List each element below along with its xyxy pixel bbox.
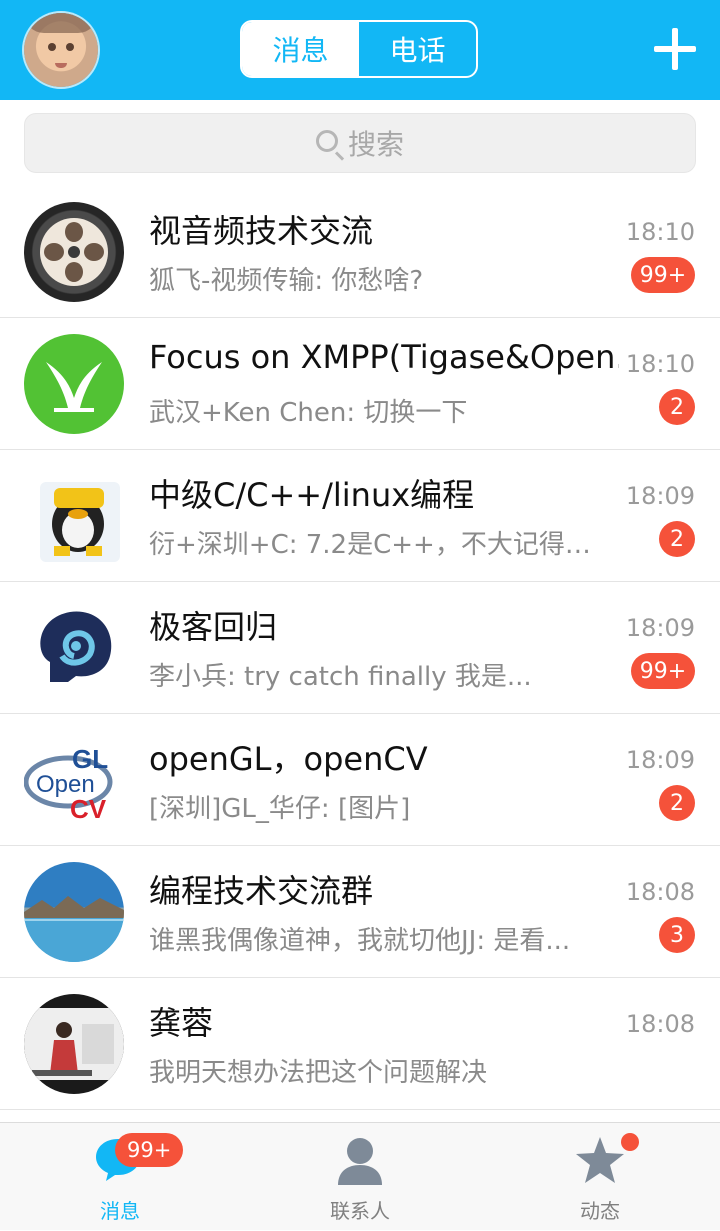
conversation-last-message: 谁黑我偶像道神，我就切他JJ: 是看...: [149, 926, 571, 956]
conversation-name: 编程技术交流群: [149, 872, 374, 910]
conversation-row[interactable]: 龚蓉 我明天想办法把这个问题解决 18:08: [0, 978, 720, 1110]
my-avatar[interactable]: [24, 13, 98, 87]
conversation-row[interactable]: 编程技术交流群 谁黑我偶像道神，我就切他JJ: 是看... 18:08 3: [0, 846, 720, 978]
star-icon: [574, 1135, 626, 1189]
top-bar: 消息 电话: [0, 0, 720, 100]
conversation-time: 18:08: [625, 1010, 695, 1038]
conversation-last-message: [深圳]GL_华仔: [图片]: [149, 794, 411, 824]
conversation-name: 中级C/C++/linux编程: [149, 476, 475, 514]
conversation-time: 18:10: [625, 350, 695, 378]
conversation-name: Focus on XMPP(Tigase&Open.: [149, 338, 619, 376]
nav-unread-badge: 99+: [115, 1133, 184, 1167]
unread-badge: 2: [659, 389, 695, 425]
avatar-eye: [66, 43, 74, 51]
search-input[interactable]: 搜索: [24, 113, 696, 173]
conversation-row[interactable]: GL Open CV openGL，openCV [深圳]GL_华仔: [图片]…: [0, 714, 720, 846]
avatar-mouth: [55, 63, 67, 68]
conversation-last-message: 狐飞-视频传输: 你愁啥?: [149, 266, 424, 296]
portrait-photo-avatar-icon: [24, 994, 124, 1094]
conversation-name: 龚蓉: [149, 1004, 214, 1042]
opengl-opencv-logo-avatar-icon: GL Open CV: [24, 730, 124, 830]
nav-contacts[interactable]: 联系人: [240, 1123, 480, 1231]
avatar-hair: [24, 13, 98, 33]
conversation-time: 18:08: [625, 878, 695, 906]
conversation-last-message: 衍+深圳+C: 7.2是C++，不大记得了...: [149, 530, 611, 560]
search-area: 搜索: [0, 100, 720, 186]
conversation-list: 视音频技术交流 狐飞-视频传输: 你愁啥? 18:10 99+ Focus on…: [0, 186, 720, 1110]
head-spiral-avatar-icon: [24, 598, 124, 698]
svg-text:CV: CV: [70, 794, 107, 824]
tab-calls[interactable]: 电话: [359, 22, 476, 76]
avatar-eye: [48, 43, 56, 51]
conversation-last-message: 我明天想办法把这个问题解决: [149, 1058, 488, 1088]
conversation-time: 18:09: [625, 614, 695, 642]
xmpp-logo-avatar-icon: [24, 334, 124, 434]
svg-text:GL: GL: [72, 744, 108, 774]
new-activity-dot: [621, 1133, 639, 1151]
conversation-row[interactable]: Focus on XMPP(Tigase&Open. 武汉+Ken Chen: …: [0, 318, 720, 450]
nav-label: 消息: [100, 1199, 140, 1223]
search-placeholder: 搜索: [347, 128, 404, 161]
unread-badge: 3: [659, 917, 695, 953]
film-reel-avatar-icon: [24, 202, 124, 302]
conversation-last-message: 武汉+Ken Chen: 切换一下: [149, 398, 468, 428]
nav-label: 动态: [580, 1199, 620, 1223]
add-icon[interactable]: [654, 28, 696, 70]
conversation-row[interactable]: 视音频技术交流 狐飞-视频传输: 你愁啥? 18:10 99+: [0, 186, 720, 318]
tab-messages[interactable]: 消息: [242, 22, 359, 76]
unread-badge: 99+: [631, 653, 695, 689]
conversation-time: 18:10: [625, 218, 695, 246]
bottom-navigation: 99+ 消息 联系人 动态: [0, 1122, 720, 1230]
person-icon: [335, 1135, 385, 1191]
search-icon: [315, 130, 338, 152]
conversation-time: 18:09: [625, 482, 695, 510]
nav-label: 联系人: [330, 1199, 390, 1223]
unread-badge: 99+: [631, 257, 695, 293]
nav-messages[interactable]: 99+ 消息: [0, 1123, 240, 1231]
conversation-last-message: 李小兵: try catch finally 我是...: [149, 662, 532, 692]
conversation-time: 18:09: [625, 746, 695, 774]
conversation-name: openGL，openCV: [149, 740, 428, 778]
unread-badge: 2: [659, 521, 695, 557]
message-call-switch: 消息 电话: [240, 20, 478, 78]
unread-badge: 2: [659, 785, 695, 821]
lake-landscape-avatar-icon: [24, 862, 124, 962]
penguin-mascot-avatar-icon: [24, 466, 124, 566]
conversation-name: 视音频技术交流: [149, 212, 374, 250]
conversation-row[interactable]: 中级C/C++/linux编程 衍+深圳+C: 7.2是C++，不大记得了...…: [0, 450, 720, 582]
conversation-row[interactable]: 极客回归 李小兵: try catch finally 我是... 18:09 …: [0, 582, 720, 714]
nav-feed[interactable]: 动态: [480, 1123, 720, 1231]
conversation-name: 极客回归: [149, 608, 278, 646]
